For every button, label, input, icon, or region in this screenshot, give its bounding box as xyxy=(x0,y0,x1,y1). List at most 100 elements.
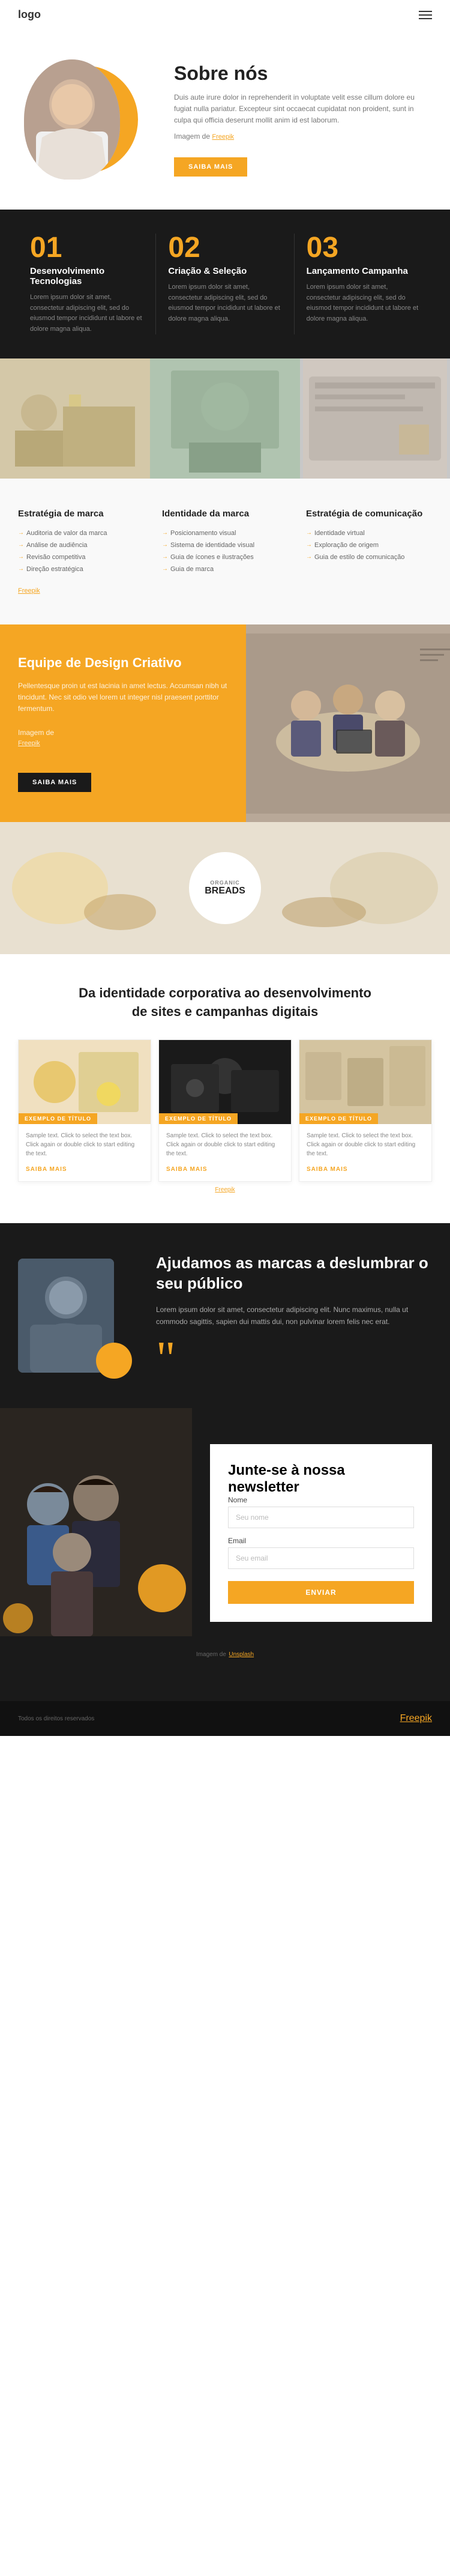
card-3-link[interactable]: SAIBA MAIS xyxy=(307,1166,348,1173)
step-2-desc: Lorem ipsum dolor sit amet, consectetur … xyxy=(168,282,281,324)
card-1-link[interactable]: SAIBA MAIS xyxy=(26,1166,67,1173)
card-2-badge: EXEMPLO DE TÍTULO xyxy=(159,1113,238,1124)
organic-label: ORGANIC xyxy=(210,880,240,886)
list-item: Guia de marca xyxy=(162,563,288,575)
steps-section: 01 Desenvolvimento Tecnologias Lorem ips… xyxy=(0,210,450,358)
step-3-num: 03 xyxy=(307,234,420,262)
estrategia-col-3-title: Estratégia de comunicação xyxy=(306,509,432,519)
sobre-body: Duis aute irure dolor in reprehenderit i… xyxy=(174,92,432,127)
newsletter-credit: Imagem de Unsplash xyxy=(0,1636,450,1671)
sobre-credit-link[interactable]: Freepik xyxy=(212,133,234,141)
step-3-title: Lançamento Campanha xyxy=(307,266,420,276)
card-2-link[interactable]: SAIBA MAIS xyxy=(166,1166,208,1173)
estrategia-col-2: Identidade da marca Posicionamento visua… xyxy=(162,509,288,575)
identidade-section: Da identidade corporativa ao desenvolvim… xyxy=(0,954,450,1223)
newsletter-inner: Junte-se à nossa newsletter Nome Email E… xyxy=(0,1408,450,1636)
hamburger-menu[interactable] xyxy=(419,11,432,19)
footer-link[interactable]: Freepik xyxy=(400,1713,432,1724)
sobre-credit: Imagem de Freepik xyxy=(174,131,432,143)
estrategia-col-2-list: Posicionamento visual Sistema de identid… xyxy=(162,527,288,575)
list-item: Revisão competitiva xyxy=(18,551,144,563)
name-form-group: Nome xyxy=(228,1496,414,1528)
ajudamos-image-wrap xyxy=(18,1259,138,1373)
estrategia-col-1-title: Estratégia de marca xyxy=(18,509,144,519)
breads-label: BREADS xyxy=(205,886,245,896)
card-1-body: Sample text. Click to select the text bo… xyxy=(19,1124,151,1181)
card-2-desc: Sample text. Click to select the text bo… xyxy=(166,1131,284,1158)
header: logo xyxy=(0,0,450,29)
step-2-title: Criação & Seleção xyxy=(168,266,281,276)
accent-line-1 xyxy=(420,649,450,650)
ajudamos-title: Ajudamos as marcas a deslumbrar o seu pú… xyxy=(156,1253,432,1294)
estrategia-col-2-title: Identidade da marca xyxy=(162,509,288,519)
orange-circle-small xyxy=(96,1343,132,1379)
card-2: EXEMPLO DE TÍTULO Sample text. Click to … xyxy=(158,1039,292,1182)
ajudamos-body: Lorem ipsum dolor sit amet, consectetur … xyxy=(156,1304,432,1328)
card-3-desc: Sample text. Click to select the text bo… xyxy=(307,1131,424,1158)
step-2: 02 Criação & Seleção Lorem ipsum dolor s… xyxy=(156,234,294,334)
card-3-body: Sample text. Click to select the text bo… xyxy=(299,1124,431,1181)
name-label: Nome xyxy=(228,1496,414,1504)
card-3: EXEMPLO DE TÍTULO Sample text. Click to … xyxy=(299,1039,432,1182)
hamburger-line-3 xyxy=(419,18,432,19)
logo: logo xyxy=(18,8,41,21)
card-3-image: EXEMPLO DE TÍTULO xyxy=(299,1040,431,1124)
equipe-content: Equipe de Design Criativo Pellentesque p… xyxy=(0,624,246,822)
image-block-3 xyxy=(300,358,450,479)
newsletter-credit-link[interactable]: Unsplash xyxy=(229,1651,254,1658)
organic-badge: ORGANIC BREADS xyxy=(189,852,261,924)
estrategia-credit-link[interactable]: Freepik xyxy=(18,587,432,594)
list-item: Direção estratégica xyxy=(18,563,144,575)
equipe-body: Pellentesque proin ut est lacinia in ame… xyxy=(18,680,228,715)
newsletter-form: Junte-se à nossa newsletter Nome Email E… xyxy=(210,1444,432,1622)
card-1: EXEMPLO DE TÍTULO Sample text. Click to … xyxy=(18,1039,151,1182)
step-3: 03 Lançamento Campanha Lorem ipsum dolor… xyxy=(295,234,432,334)
newsletter-people-image xyxy=(0,1408,192,1636)
estrategia-col-1: Estratégia de marca Auditoria de valor d… xyxy=(18,509,144,575)
step-1: 01 Desenvolvimento Tecnologias Lorem ips… xyxy=(18,234,156,334)
estrategia-section: Estratégia de marca Auditoria de valor d… xyxy=(0,479,450,624)
image-1-inner xyxy=(0,358,150,479)
card-2-body: Sample text. Click to select the text bo… xyxy=(159,1124,291,1181)
sobre-content: Sobre nós Duis aute irure dolor in repre… xyxy=(174,62,432,177)
list-item: Auditoria de valor da marca xyxy=(18,527,144,539)
newsletter-left xyxy=(0,1408,210,1636)
list-item: Guia de estilo de comunicação xyxy=(306,551,432,563)
footer: Todos os direitos reservados Freepik xyxy=(0,1701,450,1736)
hamburger-line-1 xyxy=(419,11,432,12)
card-3-badge: EXEMPLO DE TÍTULO xyxy=(299,1113,378,1124)
equipe-credit-link[interactable]: Freepik xyxy=(18,739,228,749)
list-item: Identidade virtual xyxy=(306,527,432,539)
newsletter-credit-label: Imagem de xyxy=(196,1651,226,1658)
step-3-desc: Lorem ipsum dolor sit amet, consectetur … xyxy=(307,282,420,324)
email-form-group: Email xyxy=(228,1537,414,1569)
estrategia-col-3: Estratégia de comunicação Identidade vir… xyxy=(306,509,432,575)
name-input[interactable] xyxy=(228,1507,414,1528)
step-1-desc: Lorem ipsum dolor sit amet, consectetur … xyxy=(30,292,143,334)
estrategia-col-1-list: Auditoria de valor da marca Análise de a… xyxy=(18,527,144,575)
card-1-image: EXEMPLO DE TÍTULO xyxy=(19,1040,151,1124)
email-input[interactable] xyxy=(228,1547,414,1569)
equipe-credit: Imagem de Freepik xyxy=(18,727,228,761)
ajudamos-section: Ajudamos as marcas a deslumbrar o seu pú… xyxy=(0,1223,450,1408)
sobre-image-wrap xyxy=(18,59,150,180)
accent-lines xyxy=(420,649,450,661)
card-1-desc: Sample text. Click to select the text bo… xyxy=(26,1131,143,1158)
step-1-num: 01 xyxy=(30,234,143,262)
list-item: Sistema de identidade visual xyxy=(162,539,288,551)
footer-copyright: Todos os direitos reservados xyxy=(18,1716,94,1722)
card-1-badge: EXEMPLO DE TÍTULO xyxy=(19,1113,97,1124)
newsletter-section: Junte-se à nossa newsletter Nome Email E… xyxy=(0,1408,450,1701)
step-1-title: Desenvolvimento Tecnologias xyxy=(30,266,143,286)
equipe-image xyxy=(246,624,450,822)
cards-row: EXEMPLO DE TÍTULO Sample text. Click to … xyxy=(18,1039,432,1182)
identidade-title: Da identidade corporativa ao desenvolvim… xyxy=(75,984,375,1021)
equipe-image-inner xyxy=(246,624,450,822)
card-2-image: EXEMPLO DE TÍTULO xyxy=(159,1040,291,1124)
newsletter-submit-button[interactable]: ENVIAR xyxy=(228,1581,414,1604)
identidade-credit-link[interactable]: Freepik xyxy=(18,1187,432,1193)
list-item: Exploração de origem xyxy=(306,539,432,551)
sobre-cta-button[interactable]: SAIBA MAIS xyxy=(174,157,247,177)
equipe-cta-button[interactable]: SAIBA MAIS xyxy=(18,773,91,792)
newsletter-title: Junte-se à nossa newsletter xyxy=(228,1462,414,1496)
